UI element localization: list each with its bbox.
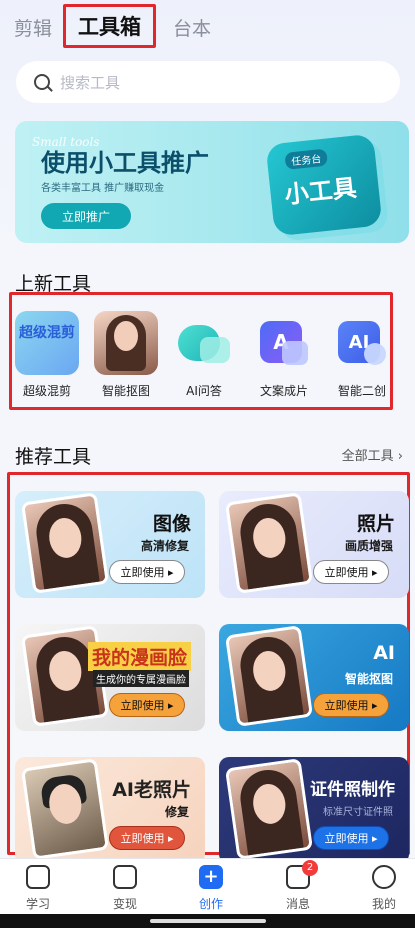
card-title: AI xyxy=(373,642,395,664)
tool-smart-remix[interactable]: AI 智能二创 xyxy=(325,311,399,399)
home-indicator xyxy=(0,914,415,928)
recommended-tools-title: 推荐工具 xyxy=(15,446,92,468)
card-comic-face[interactable]: 我的漫画脸 生成你的专属漫画脸 立即使用 ▸ xyxy=(15,624,205,731)
card-ai-cutout[interactable]: AI 智能抠图 立即使用 ▸ xyxy=(219,624,409,731)
nav-monetize[interactable]: 变现 xyxy=(95,865,155,912)
plus-icon: + xyxy=(199,865,223,889)
nav-me[interactable]: 我的 xyxy=(354,865,414,912)
nav-messages[interactable]: 2 消息 xyxy=(268,860,328,912)
nav-label: 我的 xyxy=(371,897,396,911)
card-subtitle: 修复 xyxy=(164,805,189,819)
nav-create[interactable]: + 创作 xyxy=(181,865,241,912)
portrait-image xyxy=(224,758,314,860)
tab-script[interactable]: 台本 xyxy=(173,14,211,41)
card-old-photo-restore[interactable]: AI老照片 修复 立即使用 ▸ xyxy=(15,757,205,864)
nav-label: 创作 xyxy=(198,897,223,911)
portrait-cutout-icon xyxy=(94,311,158,375)
card-subtitle: 标准尺寸证件照 xyxy=(323,807,393,818)
profile-icon xyxy=(372,865,396,889)
card-title: 我的漫画脸 xyxy=(87,642,191,671)
ai-badge-icon: AI xyxy=(330,311,394,375)
use-now-button[interactable]: 立即使用 ▸ xyxy=(313,560,389,584)
banner-box-tag: 任务台 xyxy=(284,148,328,170)
nav-learn[interactable]: 学习 xyxy=(8,865,68,912)
nav-label: 消息 xyxy=(285,897,310,911)
tool-label: 智能二创 xyxy=(337,384,386,398)
tool-ai-qa[interactable]: AI问答 xyxy=(167,311,241,399)
tool-label: 文案成片 xyxy=(259,384,308,398)
tool-label: AI问答 xyxy=(186,384,222,398)
card-title: 证件照制作 xyxy=(310,780,395,800)
super-mix-icon: 超级混剪 xyxy=(15,311,79,375)
card-title: AI老照片 xyxy=(112,779,191,801)
chat-bubble-icon xyxy=(172,311,236,375)
bottom-nav: 学习 变现 + 创作 2 消息 我的 xyxy=(0,858,415,914)
letter-a-play-icon: A xyxy=(252,311,316,375)
message-icon: 2 xyxy=(286,860,318,889)
card-title: 照片 xyxy=(356,513,395,535)
tool-smart-cutout[interactable]: 智能抠图 xyxy=(89,311,163,399)
portrait-image xyxy=(20,492,110,594)
tool-copy-to-video[interactable]: A 文案成片 xyxy=(247,311,321,399)
search-bar[interactable]: 搜索工具 xyxy=(16,61,400,103)
nav-label: 学习 xyxy=(25,897,50,911)
tab-edit[interactable]: 剪辑 xyxy=(14,14,52,41)
use-now-button[interactable]: 立即使用 ▸ xyxy=(313,693,389,717)
book-icon xyxy=(26,865,50,889)
banner-subtitle: 各类丰富工具 推广赚取现金 xyxy=(41,183,165,194)
tool-label: 超级混剪 xyxy=(22,384,71,398)
use-now-button[interactable]: 立即使用 ▸ xyxy=(109,693,185,717)
card-subtitle: 高清修复 xyxy=(140,539,189,553)
card-title: 图像 xyxy=(152,513,191,535)
promo-banner[interactable]: Small tools 使用小工具推广 各类丰富工具 推广赚取现金 立即推广 任… xyxy=(15,121,409,243)
toolbox-illustration: 任务台 小工具 xyxy=(265,133,383,237)
card-image-restore[interactable]: 图像 高清修复 立即使用 ▸ xyxy=(15,491,205,598)
use-now-button[interactable]: 立即使用 ▸ xyxy=(109,560,185,584)
portrait-image xyxy=(224,625,314,727)
card-id-photo[interactable]: 证件照制作 标准尺寸证件照 立即使用 ▸ xyxy=(219,757,409,864)
banner-box-text: 小工具 xyxy=(283,173,358,210)
card-subtitle: 生成你的专属漫画脸 xyxy=(93,670,189,687)
search-icon xyxy=(34,74,50,90)
promote-now-button[interactable]: 立即推广 xyxy=(41,203,131,229)
top-tabs: 剪辑 工具箱 台本 xyxy=(0,0,415,54)
all-tools-link[interactable]: 全部工具 › xyxy=(342,445,403,464)
tool-label: 智能抠图 xyxy=(101,384,150,398)
portrait-image xyxy=(20,758,110,860)
card-photo-enhance[interactable]: 照片 画质增强 立即使用 ▸ xyxy=(219,491,409,598)
use-now-button[interactable]: 立即使用 ▸ xyxy=(313,826,389,850)
search-input[interactable]: 搜索工具 xyxy=(60,72,120,93)
card-subtitle: 智能抠图 xyxy=(344,672,393,686)
unread-badge: 2 xyxy=(302,860,318,876)
tool-super-mix[interactable]: 超级混剪 超级混剪 xyxy=(10,311,84,399)
portrait-image xyxy=(224,492,314,594)
card-subtitle: 画质增强 xyxy=(344,539,393,553)
tab-toolbox[interactable]: 工具箱 xyxy=(63,4,156,48)
use-now-button[interactable]: 立即使用 ▸ xyxy=(109,826,185,850)
banner-title: 使用小工具推广 xyxy=(41,149,209,177)
coin-icon xyxy=(113,865,137,889)
nav-label: 变现 xyxy=(112,897,137,911)
new-tools-row: 超级混剪 超级混剪 智能抠图 AI问答 A 文案成片 AI 智能二创 xyxy=(0,311,415,407)
